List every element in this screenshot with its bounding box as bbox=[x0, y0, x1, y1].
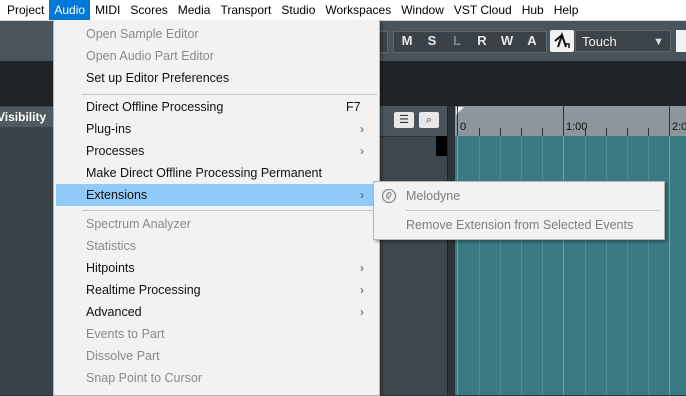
ruler-tick bbox=[563, 106, 564, 136]
menu-audio[interactable]: Audio bbox=[49, 0, 91, 20]
ruler-tick bbox=[521, 128, 522, 136]
automation-mode-icon[interactable] bbox=[550, 30, 574, 52]
automation-mode-dropdown[interactable]: Touch ▼ bbox=[575, 30, 671, 52]
shortcut-label: F7 bbox=[346, 100, 361, 114]
ruler-tick bbox=[585, 128, 586, 136]
track-color-swatch bbox=[436, 136, 447, 156]
solo-button[interactable]: S bbox=[421, 30, 443, 52]
mute-button[interactable]: M bbox=[396, 30, 418, 52]
monitor-button[interactable]: A bbox=[521, 30, 543, 52]
menu-item-events-to-part[interactable]: Events to Part bbox=[54, 323, 379, 345]
grid-line bbox=[648, 136, 649, 395]
menu-item-open-audio-part-editor[interactable]: Open Audio Part Editor bbox=[54, 45, 379, 67]
chevron-right-icon: › bbox=[360, 188, 364, 202]
ruler-tick bbox=[648, 128, 649, 136]
menu-item-extensions[interactable]: Extensions › bbox=[56, 184, 377, 206]
chevron-right-icon: › bbox=[360, 122, 364, 136]
ruler-label: 0 bbox=[460, 121, 467, 133]
menu-separator bbox=[406, 210, 660, 211]
menu-scores[interactable]: Scores bbox=[125, 0, 172, 20]
menu-item-spectrum-analyzer[interactable]: Spectrum Analyzer bbox=[54, 213, 379, 235]
menu-item-hitpoints[interactable]: Hitpoints › bbox=[54, 257, 379, 279]
menu-media[interactable]: Media bbox=[173, 0, 216, 20]
chevron-right-icon: › bbox=[360, 305, 364, 319]
menu-bar: Project Audio MIDI Scores Media Transpor… bbox=[0, 0, 686, 21]
menu-item-set-up-editor-preferences[interactable]: Set up Editor Preferences bbox=[54, 67, 379, 89]
menu-separator bbox=[82, 210, 377, 211]
ruler-tick bbox=[500, 128, 501, 136]
grid-line bbox=[521, 136, 522, 395]
menu-transport[interactable]: Transport bbox=[215, 0, 276, 20]
ruler-tick bbox=[542, 128, 543, 136]
grid-line bbox=[457, 136, 458, 395]
chevron-right-icon: › bbox=[360, 283, 364, 297]
ruler-tick bbox=[457, 106, 458, 136]
chevron-right-icon: › bbox=[360, 144, 364, 158]
menu-separator bbox=[82, 94, 377, 95]
automation-mode-value: Touch bbox=[582, 34, 617, 49]
menu-item-plug-ins[interactable]: Plug-ins › bbox=[54, 118, 379, 140]
inspector-panel bbox=[0, 106, 53, 395]
ruler-label: 2:0 bbox=[672, 121, 686, 133]
submenu-item-remove-extension[interactable]: Remove Extension from Selected Events bbox=[374, 214, 664, 236]
visibility-tab[interactable]: Visibility bbox=[0, 107, 53, 127]
list-view-icon[interactable]: ☰ bbox=[394, 112, 414, 128]
grid-line bbox=[500, 136, 501, 395]
menu-vst-cloud[interactable]: VST Cloud bbox=[449, 0, 517, 20]
grid-line bbox=[542, 136, 543, 395]
grid-line bbox=[669, 136, 670, 395]
menu-item-processes[interactable]: Processes › bbox=[54, 140, 379, 162]
menu-item-statistics[interactable]: Statistics bbox=[54, 235, 379, 257]
menu-midi[interactable]: MIDI bbox=[90, 0, 125, 20]
menu-item-open-sample-editor[interactable]: Open Sample Editor bbox=[54, 23, 379, 45]
listen-button[interactable]: L bbox=[446, 30, 468, 52]
menu-item-advanced[interactable]: Advanced › bbox=[54, 301, 379, 323]
event-display[interactable] bbox=[455, 136, 686, 395]
grid-line bbox=[606, 136, 607, 395]
extensions-submenu: Melodyne Remove Extension from Selected … bbox=[373, 181, 665, 240]
ruler-tick bbox=[627, 128, 628, 136]
menu-workspaces[interactable]: Workspaces bbox=[320, 0, 396, 20]
grid-line bbox=[479, 136, 480, 395]
grid-line bbox=[585, 136, 586, 395]
grid-line bbox=[627, 136, 628, 395]
menu-hub[interactable]: Hub bbox=[517, 0, 549, 20]
timeline-ruler[interactable]: 0 1:00 2:0 bbox=[455, 106, 686, 136]
menu-item-realtime-processing[interactable]: Realtime Processing › bbox=[54, 279, 379, 301]
menu-window[interactable]: Window bbox=[396, 0, 449, 20]
panel-divider bbox=[447, 106, 448, 395]
menu-item-snap-point-to-cursor[interactable]: Snap Point to Cursor bbox=[54, 367, 379, 389]
chevron-right-icon: › bbox=[360, 261, 364, 275]
ruler-tick bbox=[606, 128, 607, 136]
menu-item-direct-offline-processing[interactable]: Direct Offline Processing F7 bbox=[54, 96, 379, 118]
read-button[interactable]: R bbox=[471, 30, 493, 52]
submenu-item-melodyne[interactable]: Melodyne bbox=[374, 185, 664, 207]
touch-icon bbox=[554, 31, 570, 48]
melodyne-icon bbox=[381, 188, 397, 204]
menu-item-dissolve-part[interactable]: Dissolve Part bbox=[54, 345, 379, 367]
ruler-tick bbox=[479, 128, 480, 136]
grid-line bbox=[563, 136, 564, 395]
write-button[interactable]: W bbox=[496, 30, 518, 52]
toolbar-edge-button[interactable] bbox=[676, 30, 686, 52]
menu-studio[interactable]: Studio bbox=[276, 0, 320, 20]
audio-menu: Open Sample Editor Open Audio Part Edito… bbox=[53, 20, 380, 396]
menu-help[interactable]: Help bbox=[549, 0, 584, 20]
chevron-down-icon: ▼ bbox=[653, 36, 664, 48]
search-icon[interactable]: ⌕ bbox=[419, 112, 439, 128]
ruler-tick bbox=[669, 106, 670, 136]
menu-item-make-dop-permanent[interactable]: Make Direct Offline Processing Permanent bbox=[54, 162, 379, 184]
menu-project[interactable]: Project bbox=[0, 0, 49, 20]
